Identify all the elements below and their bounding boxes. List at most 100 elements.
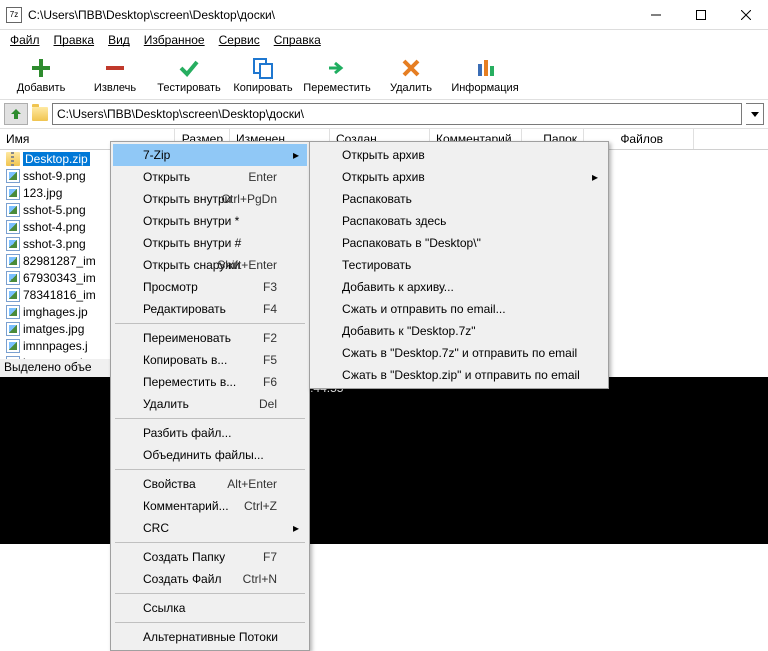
img-icon — [6, 186, 20, 200]
tool-label: Копировать — [233, 82, 292, 94]
menu-item[interactable]: Удалить Del — [113, 393, 307, 415]
menu-item[interactable]: Распаковать — [312, 188, 606, 210]
menu-item[interactable]: Открыть внутри # — [113, 232, 307, 254]
menu-item-label: Создать Папку — [143, 550, 225, 564]
menu-item-label: Удалить — [143, 397, 189, 411]
tool-x[interactable]: Удалить — [376, 52, 446, 97]
menu-item[interactable]: Открыть архив ▸ — [312, 166, 606, 188]
menu-item[interactable]: Разбить файл... — [113, 422, 307, 444]
menu-item[interactable]: Распаковать здесь — [312, 210, 606, 232]
tool-label: Удалить — [390, 82, 432, 94]
up-button[interactable] — [4, 103, 28, 125]
img-icon — [6, 254, 20, 268]
menu-item[interactable]: Открыть архив — [312, 144, 606, 166]
menu-item[interactable]: Ссылка — [113, 597, 307, 619]
menu-item-label: Создать Файл — [143, 572, 221, 586]
zip-icon — [6, 152, 20, 166]
menu-item[interactable]: 7-Zip ▸ — [113, 144, 307, 166]
menu-edit[interactable]: Правка — [48, 31, 101, 49]
menu-item-label: Сжать в "Desktop.7z" и отправить по emai… — [342, 346, 577, 360]
tool-plus[interactable]: Добавить — [6, 52, 76, 97]
menu-item[interactable]: CRC ▸ — [113, 517, 307, 539]
path-dropdown[interactable] — [746, 103, 764, 125]
file-name: sshot-9.png — [23, 169, 86, 183]
file-name: 67930343_im — [23, 271, 96, 285]
menu-item-label: Объединить файлы... — [143, 448, 264, 462]
file-name: imnnpages.j — [23, 339, 88, 353]
menu-separator — [115, 323, 305, 324]
menu-item-label: Альтернативные Потоки — [143, 630, 278, 644]
minimize-button[interactable] — [633, 0, 678, 29]
menu-help[interactable]: Справка — [268, 31, 327, 49]
window-title: C:\Users\ПВВ\Desktop\screen\Desktop\доск… — [28, 8, 633, 22]
context-menu: 7-Zip ▸ Открыть Enter Открыть внутри Ctr… — [110, 141, 310, 651]
menu-item[interactable]: Создать Файл Ctrl+N — [113, 568, 307, 590]
menu-item[interactable]: Сжать в "Desktop.zip" и отправить по ema… — [312, 364, 606, 386]
pathbar — [0, 100, 768, 128]
menu-item[interactable]: Переместить в... F6 — [113, 371, 307, 393]
menu-item[interactable]: Свойства Alt+Enter — [113, 473, 307, 495]
tool-copy[interactable]: Копировать — [228, 52, 298, 97]
submenu-arrow-icon: ▸ — [592, 170, 598, 184]
menu-item-label: Редактировать — [143, 302, 226, 316]
context-submenu-7zip: Открыть архив Открыть архив ▸ Распаковат… — [309, 141, 609, 389]
menu-item[interactable]: Просмотр F3 — [113, 276, 307, 298]
menu-item[interactable]: Создать Папку F7 — [113, 546, 307, 568]
menu-shortcut: Enter — [248, 170, 277, 184]
menu-item[interactable]: Добавить к "Desktop.7z" — [312, 320, 606, 342]
menu-item[interactable]: Копировать в... F5 — [113, 349, 307, 371]
menu-item-label: Свойства — [143, 477, 196, 491]
menu-item[interactable]: Альтернативные Потоки — [113, 626, 307, 648]
menu-item[interactable]: Добавить к архиву... — [312, 276, 606, 298]
menu-item[interactable]: Распаковать в "Desktop\" — [312, 232, 606, 254]
menu-file[interactable]: Файл — [4, 31, 46, 49]
menu-item[interactable]: Открыть снаружи Shift+Enter — [113, 254, 307, 276]
menu-shortcut: F3 — [263, 280, 277, 294]
menu-item-label: Распаковать в "Desktop\" — [342, 236, 481, 250]
menu-view[interactable]: Вид — [102, 31, 136, 49]
menu-separator — [115, 622, 305, 623]
menu-item[interactable]: Переименовать F2 — [113, 327, 307, 349]
menu-shortcut: F5 — [263, 353, 277, 367]
menubar: Файл Правка Вид Избранное Сервис Справка — [0, 30, 768, 50]
file-name: imghages.jp — [23, 305, 88, 319]
menu-item-label: Открыть внутри * — [143, 214, 239, 228]
close-button[interactable] — [723, 0, 768, 29]
menu-item[interactable]: Сжать и отправить по email... — [312, 298, 606, 320]
menu-tools[interactable]: Сервис — [213, 31, 266, 49]
menu-item-label: Распаковать — [342, 192, 412, 206]
menu-item[interactable]: Комментарий... Ctrl+Z — [113, 495, 307, 517]
menu-shortcut: Del — [259, 397, 277, 411]
menu-item[interactable]: Открыть внутри * — [113, 210, 307, 232]
menu-shortcut: F4 — [263, 302, 277, 316]
menu-item-label: Сжать в "Desktop.zip" и отправить по ema… — [342, 368, 580, 382]
img-icon — [6, 322, 20, 336]
menu-item-label: Распаковать здесь — [342, 214, 446, 228]
menu-item[interactable]: Объединить файлы... — [113, 444, 307, 466]
tool-info[interactable]: Информация — [450, 52, 520, 97]
folder-icon — [32, 107, 48, 121]
tool-label: Добавить — [17, 82, 66, 94]
menu-item[interactable]: Сжать в "Desktop.7z" и отправить по emai… — [312, 342, 606, 364]
tool-minus[interactable]: Извлечь — [80, 52, 150, 97]
menu-item[interactable]: Тестировать — [312, 254, 606, 276]
menu-shortcut: Ctrl+Z — [244, 499, 277, 513]
submenu-arrow-icon: ▸ — [293, 521, 299, 535]
img-icon — [6, 169, 20, 183]
tool-check[interactable]: Тестировать — [154, 52, 224, 97]
menu-shortcut: F7 — [263, 550, 277, 564]
menu-separator — [115, 593, 305, 594]
tool-move[interactable]: Переместить — [302, 52, 372, 97]
img-icon — [6, 220, 20, 234]
maximize-button[interactable] — [678, 0, 723, 29]
path-input[interactable] — [52, 103, 742, 125]
menu-item[interactable]: Открыть внутри Ctrl+PgDn — [113, 188, 307, 210]
menu-item-label: Разбить файл... — [143, 426, 231, 440]
menu-separator — [115, 418, 305, 419]
menu-favorites[interactable]: Избранное — [138, 31, 211, 49]
menu-shortcut: F2 — [263, 331, 277, 345]
statusbar: Выделено объе — [0, 359, 110, 377]
titlebar: 7z C:\Users\ПВВ\Desktop\screen\Desktop\д… — [0, 0, 768, 30]
menu-item[interactable]: Открыть Enter — [113, 166, 307, 188]
menu-item[interactable]: Редактировать F4 — [113, 298, 307, 320]
